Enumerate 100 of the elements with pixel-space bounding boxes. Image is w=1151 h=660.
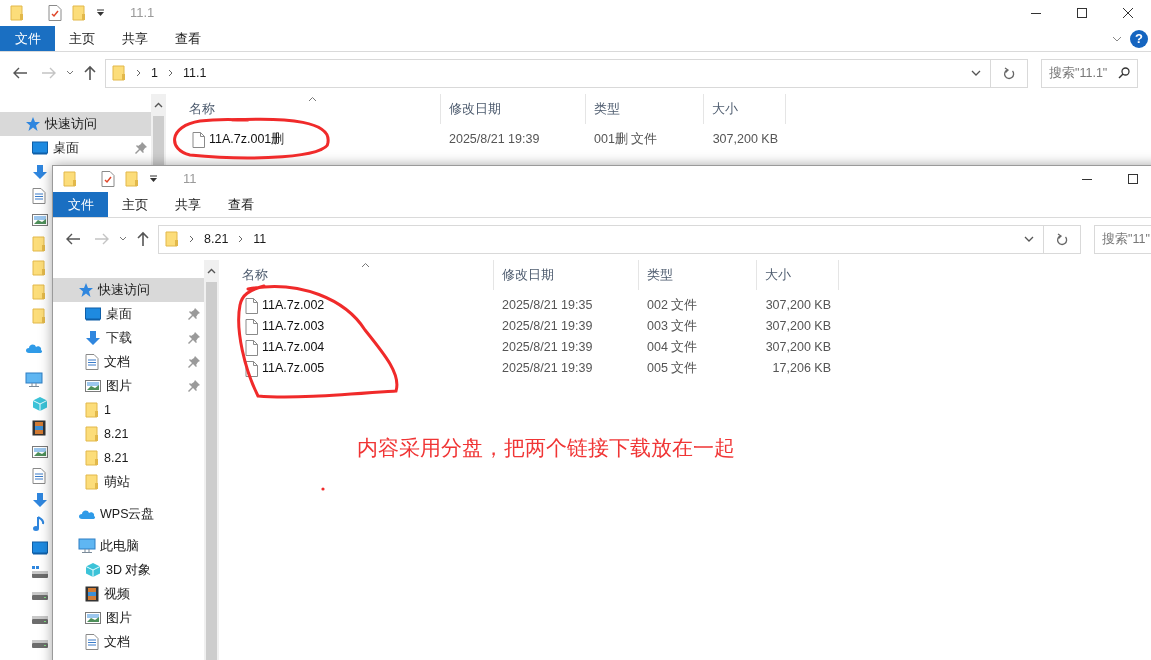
annotation-dot xyxy=(321,487,325,491)
ribbon-tab[interactable]: 主页 xyxy=(55,26,108,51)
folder-icon xyxy=(10,5,24,21)
ribbon-tab[interactable]: 查看 xyxy=(161,26,214,51)
file-name: 11A.7z.002 xyxy=(262,297,325,315)
dropdown-icon xyxy=(149,175,158,183)
file-size: 307,200 KB xyxy=(764,339,832,357)
sidebar-item[interactable]: 1 xyxy=(53,398,204,422)
column-header[interactable]: 类型 xyxy=(639,260,757,290)
drive-icon xyxy=(32,566,48,578)
ribbon-tab[interactable]: 查看 xyxy=(214,192,267,217)
folder-icon xyxy=(85,474,99,490)
picture-icon xyxy=(85,611,101,625)
cloud-icon xyxy=(78,508,96,520)
sidebar-item[interactable]: 萌站 xyxy=(53,470,204,494)
document-icon xyxy=(85,634,99,650)
document-icon xyxy=(85,354,99,370)
file-type: 002 文件 xyxy=(646,297,699,315)
dropdown-icon xyxy=(96,9,105,17)
ribbon-tab[interactable]: 共享 xyxy=(161,192,214,217)
refresh-icon xyxy=(1056,232,1068,246)
ribbon-tab[interactable]: 主页 xyxy=(108,192,161,217)
folder-icon xyxy=(85,450,99,466)
file-row[interactable]: 11A.7z.002 2025/8/21 19:35 002 文件 307,200 KB xyxy=(219,295,1151,316)
properties-icon xyxy=(48,5,62,21)
sidebar-item[interactable]: 8.21 xyxy=(53,422,204,446)
sidebar-item[interactable]: 此电脑 xyxy=(53,534,204,558)
music-note-icon xyxy=(32,516,46,532)
address-bar[interactable]: 8.21 11 xyxy=(158,224,1081,254)
column-header[interactable]: 修改日期 xyxy=(441,94,586,124)
window-title: 11.1 xyxy=(130,4,155,23)
file-size: 307,200 KB xyxy=(711,131,779,149)
file-row[interactable]: 11A.7z.004 2025/8/21 19:39 004 文件 307,200 KB xyxy=(219,337,1151,358)
sidebar-item[interactable]: 桌面 xyxy=(0,136,151,160)
file-icon xyxy=(245,339,258,356)
modified-date: 2025/8/21 19:39 xyxy=(501,360,594,378)
monitor-icon xyxy=(85,307,101,321)
breadcrumb[interactable]: 11.1 xyxy=(182,63,207,83)
sidebar-item[interactable]: WPS云盘 xyxy=(53,502,204,526)
chevron-down-icon xyxy=(1112,35,1122,42)
sidebar-item[interactable]: 文档 xyxy=(53,350,204,374)
chevron-down-icon xyxy=(66,70,74,76)
file-size: 17,206 KB xyxy=(771,360,832,378)
scrollbar-thumb[interactable] xyxy=(206,282,217,660)
sidebar-item[interactable]: 图片 xyxy=(53,606,204,630)
column-header[interactable]: 名称 xyxy=(166,94,441,124)
sidebar-item[interactable]: 下载 xyxy=(53,326,204,350)
column-header[interactable]: 修改日期 xyxy=(494,260,639,290)
file-name: 11A.7z.004 xyxy=(262,339,325,357)
folder-icon xyxy=(32,236,46,252)
sidebar-item[interactable]: 快速访问 xyxy=(53,278,204,302)
column-header[interactable]: 名称 xyxy=(219,260,494,290)
folder-icon xyxy=(125,171,139,187)
chevron-right-icon xyxy=(238,235,244,243)
search-field[interactable]: 搜索"11" xyxy=(1094,224,1151,254)
breadcrumb[interactable]: 8.21 xyxy=(204,229,229,249)
column-header[interactable]: 大小 xyxy=(757,260,839,290)
up-arrow-icon xyxy=(83,65,97,81)
monitor-icon xyxy=(32,541,48,555)
file-row[interactable]: 11A.7z.001删 2025/8/21 19:39 001删 文件 307,200 KB xyxy=(166,129,1151,150)
forward-arrow-icon xyxy=(94,232,110,246)
back-arrow-icon xyxy=(12,66,28,80)
ribbon-tab[interactable]: 共享 xyxy=(108,26,161,51)
sidebar-item[interactable]: 文档 xyxy=(53,630,204,654)
chevron-right-icon xyxy=(189,235,194,243)
picture-icon xyxy=(32,445,48,459)
file-row[interactable]: 11A.7z.003 2025/8/21 19:39 003 文件 307,200 KB xyxy=(219,316,1151,337)
folder-icon xyxy=(85,402,99,418)
breadcrumb[interactable]: 1 xyxy=(151,63,158,83)
scroll-up-icon xyxy=(154,102,163,108)
sidebar-item[interactable]: 桌面 xyxy=(53,302,204,326)
file-type: 005 文件 xyxy=(646,360,699,378)
file-icon xyxy=(245,360,258,377)
chevron-right-icon xyxy=(167,69,173,77)
modified-date: 2025/8/21 19:39 xyxy=(501,318,594,336)
column-header[interactable]: 大小 xyxy=(704,94,786,124)
scrollbar[interactable] xyxy=(204,260,219,660)
file-name: 11A.7z.005 xyxy=(262,360,325,378)
sidebar-item[interactable]: 快速访问 xyxy=(0,112,151,136)
monitor-icon xyxy=(32,141,48,155)
sidebar-item[interactable]: 8.21 xyxy=(53,446,204,470)
document-icon xyxy=(32,468,46,484)
breadcrumb[interactable]: 11 xyxy=(253,229,267,249)
file-name: 11A.7z.001删 xyxy=(209,131,285,149)
sidebar-item[interactable]: 3D 对象 xyxy=(53,558,204,582)
help-button[interactable]: ? xyxy=(1130,29,1148,48)
ribbon-tab[interactable]: 文件 xyxy=(0,26,55,51)
file-row[interactable]: 11A.7z.005 2025/8/21 19:39 005 文件 17,206 KB xyxy=(219,358,1151,379)
file-type: 001删 文件 xyxy=(593,131,659,149)
column-header[interactable]: 类型 xyxy=(586,94,704,124)
computer-icon xyxy=(78,538,96,554)
chevron-right-icon xyxy=(136,69,141,77)
sidebar-item[interactable]: 图片 xyxy=(53,374,204,398)
search-field[interactable]: 搜索"11.1" xyxy=(1041,58,1138,88)
address-bar[interactable]: 1 11.1 xyxy=(105,58,1028,88)
ribbon-tab[interactable]: 文件 xyxy=(53,192,108,217)
annotation-text: 内容采用分盘，把两个链接下载放在一起 xyxy=(357,435,735,461)
download-arrow-icon xyxy=(32,492,48,508)
sidebar-item[interactable]: 视频 xyxy=(53,582,204,606)
folder-icon xyxy=(32,284,46,300)
